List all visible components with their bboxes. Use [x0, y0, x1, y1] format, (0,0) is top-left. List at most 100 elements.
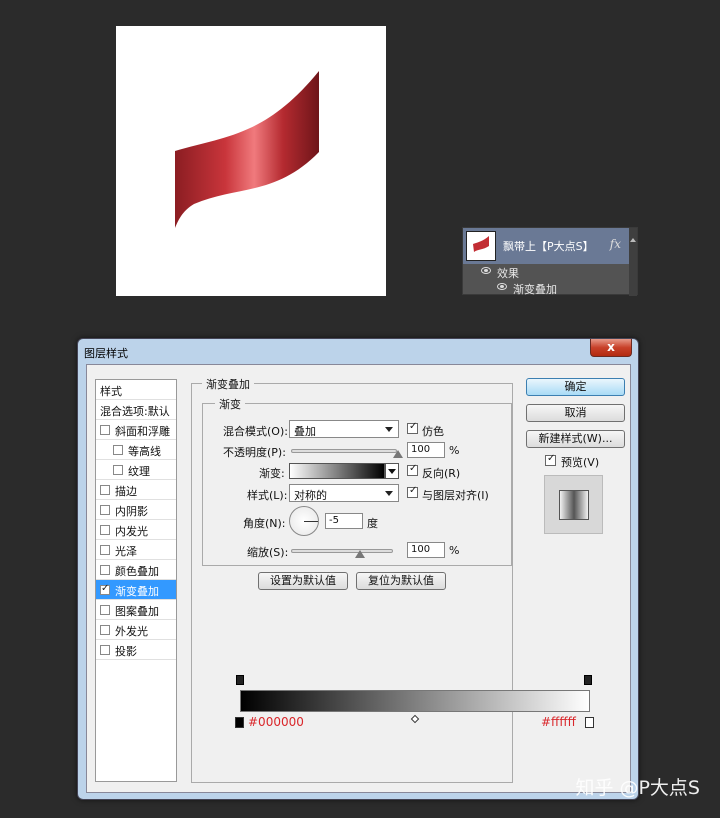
right-color-hex: #ffffff — [541, 715, 576, 729]
blend-mode-value: 叠加 — [294, 425, 316, 438]
style-select[interactable]: 对称的 — [289, 484, 399, 502]
style-checkbox[interactable] — [100, 605, 110, 615]
style-list-item[interactable]: 图案叠加 — [96, 600, 176, 620]
effects-row[interactable]: 效果 — [463, 264, 637, 280]
style-list-item[interactable]: 外发光 — [96, 620, 176, 640]
style-label: 样式(L): — [247, 489, 288, 502]
angle-dial[interactable] — [289, 506, 319, 536]
preview-label: 预览(V) — [561, 456, 600, 469]
style-list-item[interactable]: 样式 — [96, 380, 176, 400]
style-preview — [544, 475, 603, 534]
scale-slider[interactable] — [291, 549, 393, 558]
style-checkbox[interactable] — [100, 545, 110, 555]
reverse-label: 反向(R) — [422, 467, 461, 480]
eye-icon[interactable] — [481, 267, 491, 274]
style-list-item[interactable]: 等高线 — [96, 440, 176, 460]
gradient-midpoint[interactable] — [410, 714, 420, 724]
style-list-label: 内阴影 — [115, 505, 148, 518]
style-list-label: 内发光 — [115, 525, 148, 538]
style-list-label: 纹理 — [128, 465, 150, 478]
dither-checkbox[interactable] — [407, 421, 418, 434]
close-button[interactable]: x — [590, 339, 632, 357]
eye-icon[interactable] — [497, 283, 507, 290]
scale-slider-thumb[interactable] — [355, 550, 366, 558]
style-list-label: 描边 — [115, 485, 137, 498]
gradient-overlay-group: 渐变叠加 渐变 混合模式(O): 叠加 仿色 不透明度(P): 100 % 渐变… — [191, 376, 594, 783]
gradient-bar[interactable] — [240, 690, 590, 712]
layers-panel: 飘带上【P大点S】 fx 效果 渐变叠加 — [462, 227, 638, 296]
angle-input[interactable]: -5 — [325, 513, 363, 529]
style-list-label: 图案叠加 — [115, 605, 159, 618]
layer-row[interactable]: 飘带上【P大点S】 fx — [463, 228, 637, 296]
style-list-item[interactable]: 投影 — [96, 640, 176, 660]
style-list-item[interactable]: 描边 — [96, 480, 176, 500]
blend-mode-select[interactable]: 叠加 — [289, 420, 399, 438]
style-checkbox[interactable] — [100, 425, 110, 435]
dialog-titlebar[interactable]: 图层样式 x — [78, 339, 638, 363]
style-list-item[interactable]: 光泽 — [96, 540, 176, 560]
align-checkbox[interactable] — [407, 485, 418, 498]
scale-unit: % — [449, 544, 460, 557]
effect-item-label: 渐变叠加 — [513, 283, 557, 296]
gradient-subgroup: 渐变 混合模式(O): 叠加 仿色 不透明度(P): 100 % 渐变: — [202, 396, 512, 566]
style-checkbox[interactable] — [113, 465, 123, 475]
style-checkbox[interactable] — [100, 565, 110, 575]
layer-style-dialog: 图层样式 x 样式混合选项:默认 斜面和浮雕等高线纹理描边内阴影内发光光泽颜色叠加… — [77, 338, 639, 800]
style-list-item[interactable]: 渐变叠加 — [96, 580, 176, 600]
style-list-item[interactable]: 纹理 — [96, 460, 176, 480]
gradient-label: 渐变: — [259, 467, 285, 480]
new-style-button[interactable]: 新建样式(W)... — [526, 430, 625, 448]
style-list-label: 颜色叠加 — [115, 565, 159, 578]
ok-button[interactable]: 确定 — [526, 378, 625, 396]
style-list-item[interactable]: 混合选项:默认 — [96, 400, 176, 420]
style-checkbox[interactable] — [113, 445, 123, 455]
color-stop-right[interactable] — [585, 717, 594, 728]
style-checkbox[interactable] — [100, 525, 110, 535]
opacity-slider-thumb[interactable] — [393, 450, 403, 458]
chevron-down-icon — [385, 427, 393, 432]
style-list-label: 外发光 — [115, 625, 148, 638]
blend-mode-label: 混合模式(O): — [223, 425, 288, 438]
left-color-hex: #000000 — [248, 715, 304, 729]
effects-label: 效果 — [497, 267, 519, 280]
style-list: 样式混合选项:默认斜面和浮雕等高线纹理描边内阴影内发光光泽颜色叠加渐变叠加图案叠… — [95, 379, 177, 782]
opacity-stop-left[interactable] — [236, 675, 244, 685]
ribbon-shape — [175, 71, 319, 228]
preview-checkbox[interactable] — [545, 453, 556, 466]
style-checkbox[interactable] — [100, 505, 110, 515]
angle-label: 角度(N): — [243, 517, 286, 530]
style-list-label: 等高线 — [128, 445, 161, 458]
dialog-client: 样式混合选项:默认斜面和浮雕等高线纹理描边内阴影内发光光泽颜色叠加渐变叠加图案叠… — [86, 364, 631, 793]
style-checkbox[interactable] — [100, 645, 110, 655]
scale-label: 缩放(S): — [247, 546, 289, 559]
style-checkbox[interactable] — [100, 625, 110, 635]
style-list-item[interactable]: 内阴影 — [96, 500, 176, 520]
style-list-label: 样式 — [100, 385, 122, 398]
style-list-item[interactable]: 斜面和浮雕 — [96, 420, 176, 440]
align-label: 与图层对齐(I) — [422, 489, 489, 502]
cancel-button[interactable]: 取消 — [526, 404, 625, 422]
style-preview-swatch — [559, 490, 589, 520]
gradient-swatch[interactable] — [289, 463, 385, 479]
effect-item-row[interactable]: 渐变叠加 — [463, 280, 637, 296]
style-list-label: 光泽 — [115, 545, 137, 558]
color-stop-left[interactable] — [235, 717, 244, 728]
canvas-preview — [116, 26, 386, 296]
make-default-button[interactable]: 设置为默认值 — [258, 572, 348, 590]
reverse-checkbox[interactable] — [407, 463, 418, 476]
style-list-item[interactable]: 内发光 — [96, 520, 176, 540]
reset-default-button[interactable]: 复位为默认值 — [356, 572, 446, 590]
dialog-title: 图层样式 — [84, 347, 128, 360]
style-checkbox[interactable] — [100, 485, 110, 495]
group-title: 渐变叠加 — [202, 376, 254, 392]
style-list-item[interactable]: 颜色叠加 — [96, 560, 176, 580]
scale-input[interactable]: 100 — [407, 542, 445, 558]
opacity-input[interactable]: 100 — [407, 442, 445, 458]
scroll-up-icon[interactable] — [630, 238, 636, 242]
fx-icon[interactable]: fx — [610, 237, 621, 251]
opacity-stop-right[interactable] — [584, 675, 592, 685]
style-checkbox[interactable] — [100, 583, 110, 595]
opacity-label: 不透明度(P): — [223, 446, 286, 459]
gradient-dropdown[interactable] — [385, 463, 399, 479]
opacity-slider[interactable] — [291, 449, 403, 458]
